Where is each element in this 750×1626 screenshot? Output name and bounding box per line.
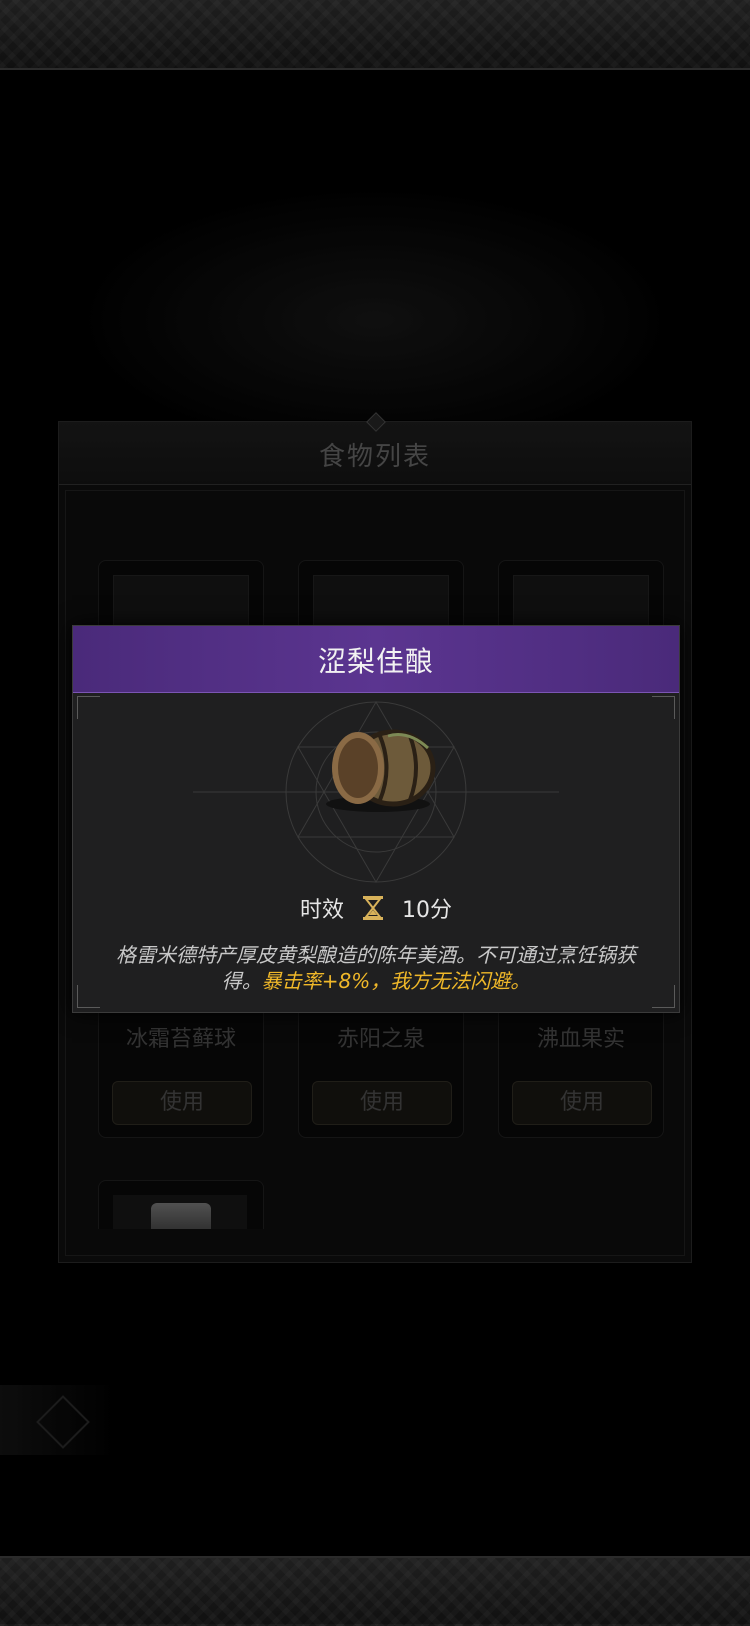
hourglass-icon — [363, 896, 383, 920]
corner-ornament-icon — [77, 985, 100, 1008]
duration-label: 时效 — [299, 898, 344, 923]
barrel-icon — [326, 729, 436, 812]
corner-ornament-icon — [652, 985, 675, 1008]
tooltip-header: 涩梨佳酿 — [73, 626, 679, 693]
item-title: 涩梨佳酿 — [317, 645, 434, 678]
item-description: 格雷米德特产厚皮黄梨酿造的陈年美酒。不可通过烹饪锅获得。暴击率+8%，我方无法闪… — [103, 942, 649, 994]
duration-value: 10分 — [402, 898, 452, 923]
item-tooltip: 涩梨佳酿 时效 10分 格雷米德特产厚皮黄梨酿造的陈年美酒。不可通过烹饪锅获得。… — [72, 625, 680, 1013]
corner-ornament-icon — [77, 696, 100, 719]
duration-row: 时效 10分 — [73, 892, 679, 924]
corner-ornament-icon — [652, 696, 675, 719]
effect-text: 暴击率+8%，我方无法闪避。 — [261, 969, 531, 993]
